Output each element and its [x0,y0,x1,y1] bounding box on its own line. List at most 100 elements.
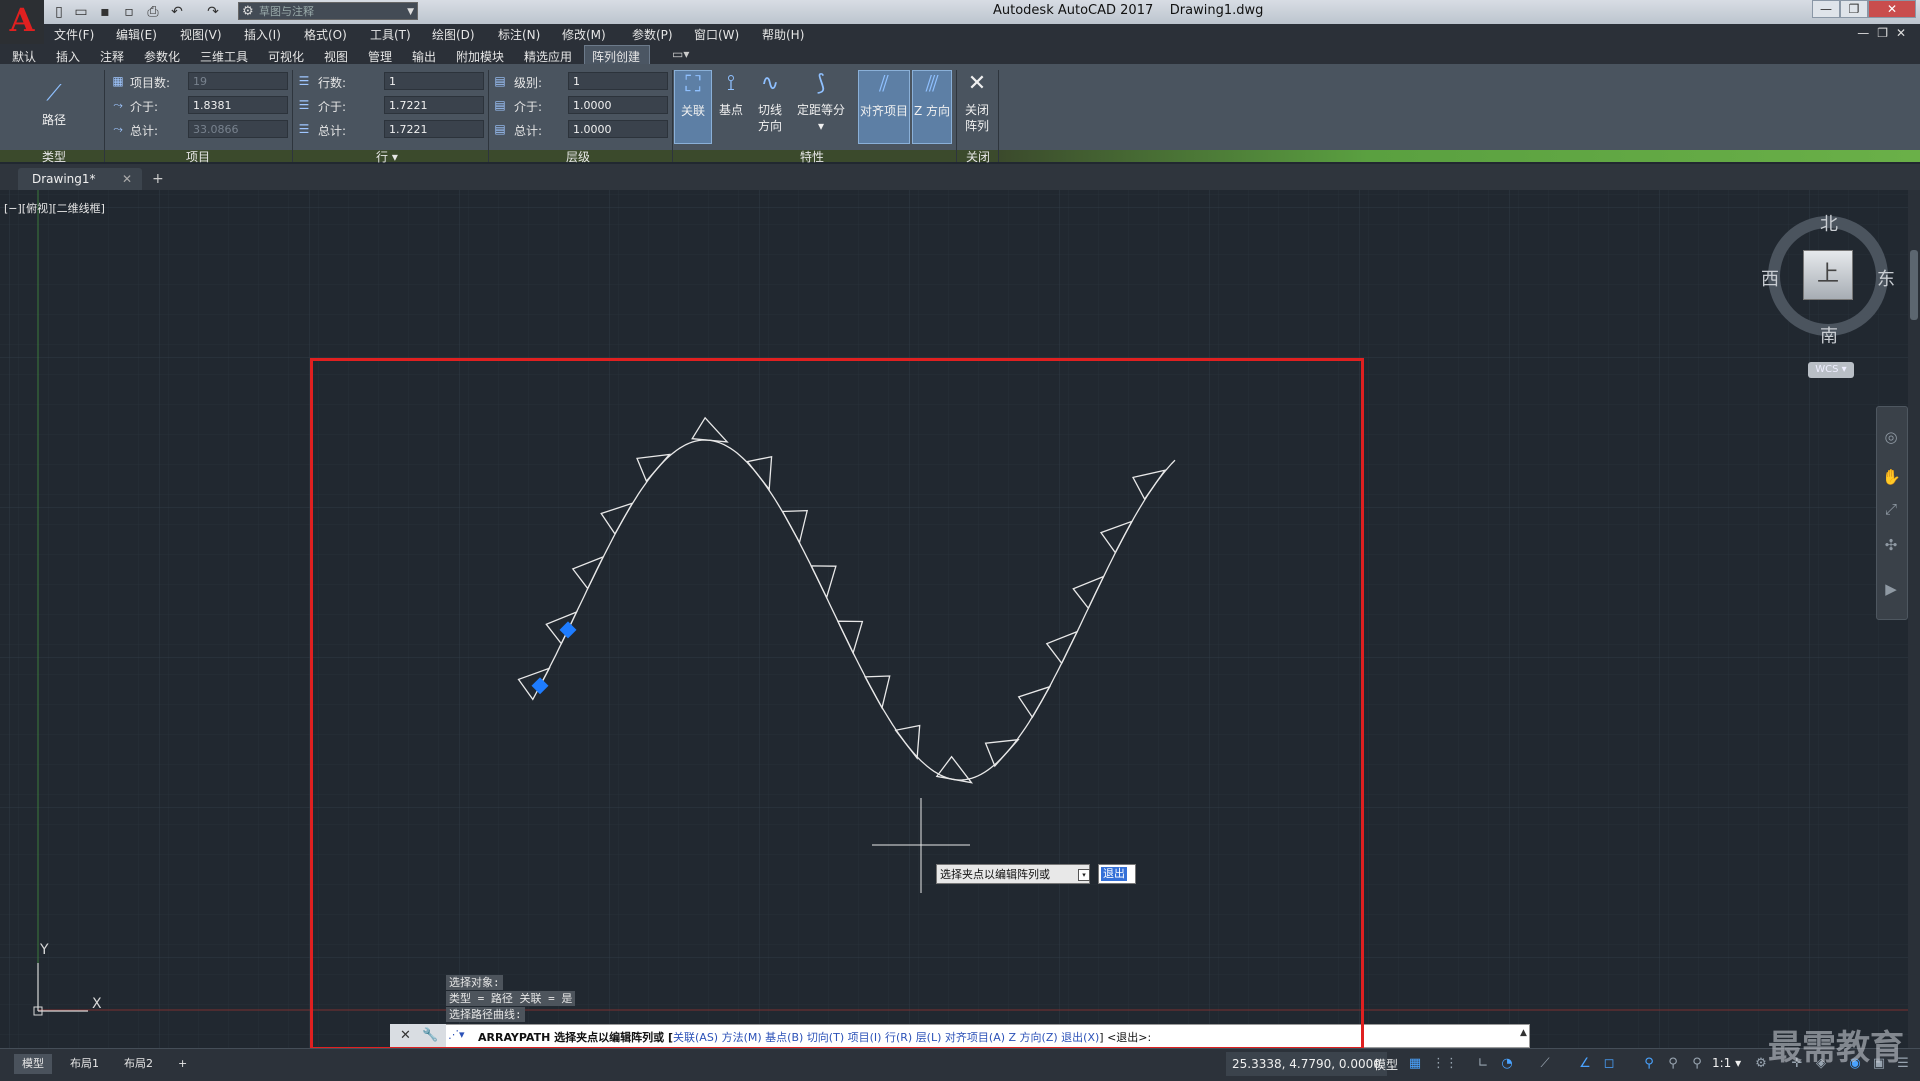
z-direction-button[interactable]: ⫻ Z 方向 [912,70,952,144]
menu-dimension[interactable]: 标注(N) [498,26,540,43]
base-point-button[interactable]: ⟟ 基点 [714,70,748,144]
add-layout-button[interactable]: + [170,1054,195,1074]
tab-default[interactable]: 默认 [12,48,36,65]
panel-separator [292,70,293,162]
level-total-field[interactable]: 1.0000 [568,120,668,138]
undo-icon[interactable]: ↶ [168,3,186,21]
close-array-button[interactable]: ✕ 关闭 阵列 [960,70,994,144]
gear-icon: ⚙ [242,4,254,19]
tab-annotate[interactable]: 注释 [100,48,124,65]
file-tab-close-icon[interactable]: ✕ [122,168,132,190]
menu-window[interactable]: 窗口(W) [694,26,739,43]
layout-tab-layout1[interactable]: 布局1 [62,1054,107,1074]
menu-format[interactable]: 格式(O) [304,26,347,43]
align-items-button[interactable]: ⫽ 对齐项目 [858,70,910,144]
tangent-direction-button[interactable]: ∿ 切线 方向 [750,70,790,144]
application-menu-button[interactable]: A [0,0,44,44]
grid-icon[interactable]: ▦ [1406,1055,1424,1073]
isodraft-icon[interactable]: ⟋ [1536,1055,1554,1073]
associative-button[interactable]: ⛶ 关联 [674,70,712,144]
item-total-field[interactable]: 33.0866 [188,120,288,138]
menu-parametric[interactable]: 参数(P) [632,26,673,43]
panel-separator [956,70,957,162]
menu-insert[interactable]: 插入(I) [244,26,281,43]
tab-manage[interactable]: 管理 [368,48,392,65]
item-count-field[interactable]: 19 [188,72,288,90]
rows-panel-title[interactable]: 行 ▾ [376,148,398,165]
menu-edit[interactable]: 编辑(E) [116,26,157,43]
close-array-label-2: 阵列 [964,119,989,133]
object-snap-icon[interactable]: ◻ [1600,1055,1618,1073]
scrollbar-thumb[interactable] [1910,250,1918,320]
object-snap-tracking-icon[interactable]: ∠ [1576,1055,1594,1073]
viewcube-top-face[interactable]: 上 [1803,250,1853,300]
viewcube-east[interactable]: 东 [1877,265,1895,291]
row-count-field[interactable]: 1 [384,72,484,90]
tab-featured-apps[interactable]: 精选应用 [524,48,572,65]
menu-modify[interactable]: 修改(M) [562,26,606,43]
minimize-button[interactable]: — [1812,0,1840,18]
layout-tab-model[interactable]: 模型 [14,1054,52,1074]
document-window-controls[interactable]: —❐✕ [1857,26,1914,40]
viewcube-west[interactable]: 西 [1761,265,1779,291]
polar-icon[interactable]: ◔ [1498,1055,1516,1073]
tab-addins[interactable]: 附加模块 [456,48,504,65]
coordinates-readout[interactable]: 25.3338, 4.7790, 0.0000 [1226,1052,1387,1076]
panel-separator [998,70,999,162]
ortho-icon[interactable]: ∟ [1474,1055,1492,1073]
z-direction-label: Z 方向 [913,104,951,118]
open-file-icon[interactable]: ▭ [72,3,90,21]
viewcube-south[interactable]: 南 [1820,322,1838,348]
zoom-extents-icon[interactable]: ⤢ [1882,500,1900,518]
orbit-icon[interactable]: ✣ [1882,536,1900,554]
doc-title: Drawing1.dwg [1169,3,1264,18]
menu-draw[interactable]: 绘图(D) [432,26,475,43]
steering-wheel-icon[interactable]: ◎ [1882,428,1900,446]
row-spacing-field[interactable]: 1.7221 [384,96,484,114]
wcs-menu[interactable]: WCS ▾ [1808,362,1854,378]
panel-separator [488,70,489,162]
showmotion-icon[interactable]: ▶ [1882,580,1900,598]
new-file-icon[interactable]: ▯ [50,3,68,21]
item-spacing-field[interactable]: 1.8381 [188,96,288,114]
model-space-toggle[interactable]: 模型 [1374,1056,1398,1073]
print-icon[interactable]: ⎙ [144,3,162,21]
app-title: Autodesk AutoCAD 2017 [993,3,1154,18]
auto-scale-icon[interactable]: ⚲ [1664,1055,1682,1073]
level-spacing-field[interactable]: 1.0000 [568,96,668,114]
workspace-dropdown[interactable]: ⚙ 草图与注释 ▼ [238,2,418,20]
annotation-scale-icon[interactable]: ⚲ [1688,1055,1706,1073]
menu-file[interactable]: 文件(F) [54,26,94,43]
tab-parametric[interactable]: 参数化 [144,48,180,65]
measure-method-button[interactable]: ⟆ 定距等分 ▾ [794,70,848,144]
tab-insert[interactable]: 插入 [56,48,80,65]
snap-icon[interactable]: ⋮⋮ [1432,1055,1458,1073]
viewport-controls-label[interactable]: [−][俯视][二维线框] [4,200,105,216]
tab-output[interactable]: 输出 [412,48,436,65]
ribbon-options-icon[interactable]: ▭▾ [672,47,689,61]
tab-view[interactable]: 视图 [324,48,348,65]
maximize-button[interactable]: ❐ [1840,0,1868,18]
annotation-scale[interactable]: 1:1 ▾ [1712,1056,1741,1070]
save-icon[interactable]: ▪ [96,3,114,21]
base-point-label: 基点 [718,103,743,117]
tab-visualize[interactable]: 可视化 [268,48,304,65]
tab-array-creation[interactable]: 阵列创建 [592,48,640,65]
menu-view[interactable]: 视图(V) [180,26,222,43]
base-point-icon: ⟟ [726,71,736,96]
save-as-icon[interactable]: ▫ [120,3,138,21]
annotation-visibility-icon[interactable]: ⚲ [1640,1055,1658,1073]
menu-help[interactable]: 帮助(H) [762,26,804,43]
menu-tools[interactable]: 工具(T) [370,26,411,43]
redo-icon[interactable]: ↷ [204,3,222,21]
new-tab-button[interactable]: + [152,168,164,190]
pan-icon[interactable]: ✋ [1882,468,1901,486]
viewcube-north[interactable]: 北 [1820,210,1838,236]
row-total-field[interactable]: 1.7221 [384,120,484,138]
tab-3d-tools[interactable]: 三维工具 [200,48,248,65]
command-history-toggle[interactable]: ▲ [1520,1028,1527,1038]
close-button[interactable]: ✕ [1868,0,1916,18]
level-count-field[interactable]: 1 [568,72,668,90]
path-type-button[interactable]: ⟋ 路径 [30,80,78,154]
layout-tab-layout2[interactable]: 布局2 [116,1054,161,1074]
